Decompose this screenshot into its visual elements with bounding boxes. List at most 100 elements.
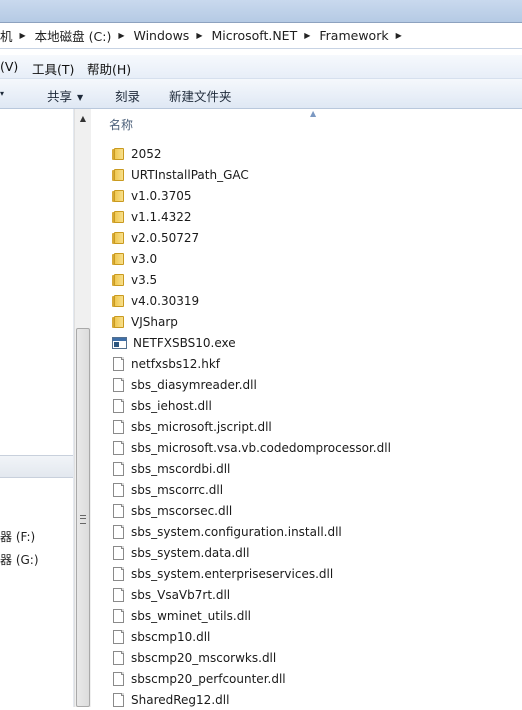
file-row[interactable]: sbscmp20_perfcounter.dll	[112, 668, 286, 689]
menu-view[interactable]: (V)	[0, 59, 18, 74]
file-name: sbs_iehost.dll	[131, 398, 212, 413]
chevron-right-icon[interactable]: ▶	[193, 31, 207, 40]
vertical-scrollbar[interactable]: ▲	[74, 109, 91, 707]
share-label: 共享	[47, 89, 73, 104]
chevron-down-icon: ▼	[77, 93, 84, 102]
file-icon	[112, 587, 125, 602]
folder-icon	[112, 168, 125, 181]
file-icon	[112, 440, 125, 455]
scrollbar-thumb[interactable]	[76, 328, 90, 707]
breadcrumb-computer[interactable]: 机	[0, 26, 17, 45]
file-name: sbs_mscorrc.dll	[131, 482, 224, 497]
file-icon	[112, 692, 125, 707]
file-row[interactable]: sbscmp10.dll	[112, 626, 210, 647]
new-folder-button[interactable]: 新建文件夹	[169, 86, 232, 105]
file-name: SharedReg12.dll	[131, 692, 230, 707]
file-row[interactable]: sbs_wminet_utils.dll	[112, 605, 251, 626]
file-row[interactable]: sbs_system.data.dll	[112, 542, 249, 563]
file-row[interactable]: sbs_system.enterpriseservices.dll	[112, 563, 333, 584]
file-name: v4.0.30319	[131, 293, 200, 308]
breadcrumb-windows[interactable]: Windows	[130, 28, 194, 43]
folder-row[interactable]: v2.0.50727	[112, 227, 199, 248]
chevron-down-icon[interactable]: ▾	[0, 89, 4, 98]
folder-row[interactable]: VJSharp	[112, 311, 178, 332]
file-name: sbscmp20_mscorwks.dll	[131, 650, 277, 665]
address-bar[interactable]: 机 ▶ 本地磁盘 (C:) ▶ Windows ▶ Microsoft.NET …	[0, 22, 522, 49]
file-row[interactable]: sbs_mscordbi.dll	[112, 458, 230, 479]
sort-ascending-icon: ▲	[310, 109, 317, 118]
file-name: sbs_microsoft.vsa.vb.codedomprocessor.dl…	[131, 440, 391, 455]
file-name: v2.0.50727	[131, 230, 200, 245]
menu-tools[interactable]: 工具(T)	[32, 59, 74, 78]
file-row[interactable]: NETFXSBS10.exe	[112, 332, 236, 353]
menu-help[interactable]: 帮助(H)	[87, 59, 131, 78]
file-name: sbs_wminet_utils.dll	[131, 608, 251, 623]
file-name: sbs_system.configuration.install.dll	[131, 524, 342, 539]
chevron-right-icon[interactable]: ▶	[17, 31, 31, 40]
file-icon	[112, 461, 125, 476]
chevron-right-icon[interactable]: ▶	[301, 31, 315, 40]
nav-drive-f[interactable]: 器 (F:)	[0, 528, 35, 545]
file-name: 2052	[131, 146, 162, 161]
folder-icon	[112, 210, 125, 223]
file-name: v3.5	[131, 272, 158, 287]
file-icon	[112, 503, 125, 518]
file-row[interactable]: sbs_mscorrc.dll	[112, 479, 223, 500]
file-row[interactable]: netfxsbs12.hkf	[112, 353, 220, 374]
file-name: URTInstallPath_GAC	[131, 167, 249, 182]
file-row[interactable]: sbs_microsoft.jscript.dll	[112, 416, 272, 437]
file-icon	[112, 650, 125, 665]
file-name: sbs_system.data.dll	[131, 545, 250, 560]
breadcrumb-microsoft-net[interactable]: Microsoft.NET	[207, 28, 301, 43]
file-row[interactable]: sbs_diasymreader.dll	[112, 374, 257, 395]
file-icon	[112, 377, 125, 392]
file-row[interactable]: sbs_mscorsec.dll	[112, 500, 232, 521]
column-header-name[interactable]: 名称	[109, 116, 133, 133]
folder-icon	[112, 147, 125, 160]
grip-icon	[80, 515, 86, 524]
breadcrumb-framework[interactable]: Framework	[315, 28, 392, 43]
chevron-right-icon[interactable]: ▶	[115, 31, 129, 40]
file-name: sbs_system.enterpriseservices.dll	[131, 566, 334, 581]
nav-section-divider	[0, 455, 73, 478]
file-name: sbscmp10.dll	[131, 629, 211, 644]
burn-button[interactable]: 刻录	[115, 86, 140, 105]
file-row[interactable]: sbs_iehost.dll	[112, 395, 212, 416]
chevron-right-icon[interactable]: ▶	[393, 31, 407, 40]
file-row[interactable]: sbs_system.configuration.install.dll	[112, 521, 342, 542]
share-button[interactable]: 共享 ▼	[47, 86, 83, 105]
navigation-pane[interactable]: 器 (F:) 器 (G:)	[0, 109, 74, 707]
application-icon	[112, 336, 127, 350]
folder-row[interactable]: v4.0.30319	[112, 290, 199, 311]
folder-row[interactable]: v3.0	[112, 248, 157, 269]
file-row[interactable]: sbs_microsoft.vsa.vb.codedomprocessor.dl…	[112, 437, 391, 458]
folder-row[interactable]: v1.0.3705	[112, 185, 192, 206]
file-row[interactable]: sbs_VsaVb7rt.dll	[112, 584, 230, 605]
scroll-up-icon[interactable]: ▲	[75, 111, 91, 127]
file-name: netfxsbs12.hkf	[131, 356, 221, 371]
folder-row[interactable]: 2052	[112, 143, 162, 164]
file-name: v1.0.3705	[131, 188, 192, 203]
folder-row[interactable]: v1.1.4322	[112, 206, 192, 227]
breadcrumb: 机 ▶ 本地磁盘 (C:) ▶ Windows ▶ Microsoft.NET …	[0, 23, 407, 48]
file-name: sbs_microsoft.jscript.dll	[131, 419, 272, 434]
folder-row[interactable]: URTInstallPath_GAC	[112, 164, 249, 185]
file-row[interactable]: sbscmp20_mscorwks.dll	[112, 647, 276, 668]
folder-row[interactable]: v3.5	[112, 269, 157, 290]
menu-bar: (V) 工具(T) 帮助(H)	[0, 55, 522, 79]
file-icon	[112, 482, 125, 497]
file-icon	[112, 419, 125, 434]
nav-drive-g[interactable]: 器 (G:)	[0, 551, 39, 568]
file-icon	[112, 545, 125, 560]
file-name: v3.0	[131, 251, 158, 266]
file-list: ▲ 名称 2052 URTInstallPath_GAC v1.0.3705 v1.1…	[92, 109, 522, 707]
folder-icon	[112, 189, 125, 202]
file-name: NETFXSBS10.exe	[133, 335, 236, 350]
file-name: v1.1.4322	[131, 209, 192, 224]
file-icon	[112, 356, 125, 371]
command-toolbar: ▾ 共享 ▼ 刻录 新建文件夹	[0, 79, 522, 109]
file-icon	[112, 671, 125, 686]
breadcrumb-local-disk[interactable]: 本地磁盘 (C:)	[31, 26, 116, 45]
folder-icon	[112, 252, 125, 265]
folder-icon	[112, 231, 125, 244]
